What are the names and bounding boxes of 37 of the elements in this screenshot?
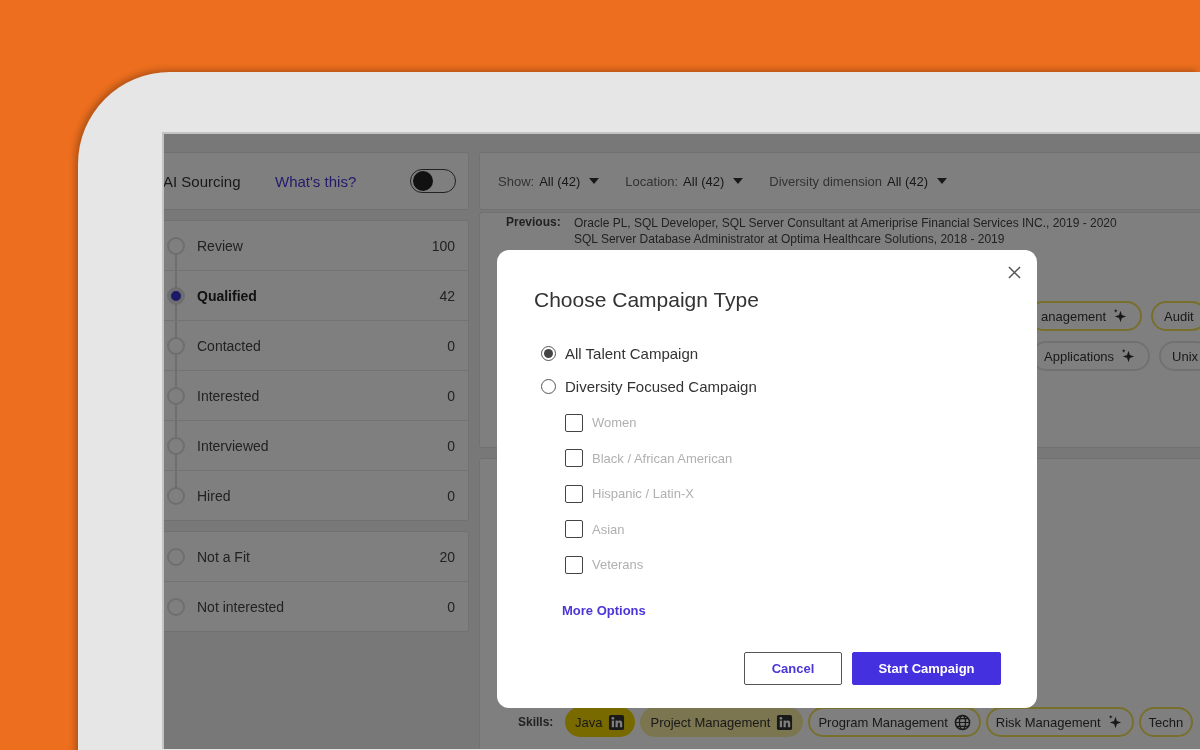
tag-label: Unix	[1172, 348, 1199, 364]
caret-icon	[733, 178, 744, 184]
linkedin-icon	[776, 713, 794, 731]
stage-item[interactable]: Review 100	[164, 221, 468, 271]
stage-item[interactable]: Interviewed 0	[164, 421, 468, 471]
caret-icon	[589, 178, 600, 184]
tag-label: Applications	[1044, 348, 1115, 364]
filter-dropdown[interactable]: Show: All (42)	[498, 173, 600, 189]
stage-item[interactable]: Hired 0	[164, 471, 468, 520]
field-label: Skills:	[518, 715, 555, 729]
globe-icon	[953, 713, 971, 731]
caret-icon	[937, 178, 948, 184]
whats-this-link[interactable]: What's this?	[275, 172, 410, 190]
job-entry: SQL Server Database Administrator at Optima Healthcare Solutions, 2018 - 2019	[574, 231, 1006, 247]
option-label[interactable]: All Talent Campaign	[565, 345, 699, 362]
filter-dropdown[interactable]: Diversity dimension All (42)	[769, 173, 948, 189]
filter-dropdown[interactable]: Location: All (42)	[625, 173, 744, 189]
tag-label: anagement	[1041, 308, 1107, 324]
tag-label: Techn	[1148, 714, 1184, 730]
job-entry: Oracle PL, SQL Developer, SQL Server Consultant at Ameriprise Financial Services INC., 2019 - 2020	[574, 215, 1117, 231]
dialog-title: Choose Campaign Type	[534, 288, 760, 312]
tag-label: Program Management	[818, 714, 948, 730]
stage-item[interactable]: Not interested 0	[164, 582, 468, 631]
more-options-link[interactable]: More Options	[562, 602, 1001, 618]
tag-label: Java	[575, 714, 603, 730]
tag-label: Audit	[1164, 308, 1194, 324]
stage-item[interactable]: Contacted 0	[164, 321, 468, 371]
stage-item[interactable]: Interested 0	[164, 371, 468, 421]
cancel-button[interactable]: Cancel	[744, 651, 842, 685]
linkedin-icon	[608, 713, 626, 731]
option-label[interactable]: Diversity Focused Campaign	[565, 378, 757, 395]
stage-item[interactable]: Not a Fit 20	[164, 532, 468, 582]
start-campaign-button[interactable]: Start Campaign	[852, 651, 1001, 685]
stage-item[interactable]: Qualified 42	[164, 271, 468, 321]
tag-label: Risk Management	[995, 714, 1101, 730]
close-icon[interactable]	[1008, 266, 1021, 279]
tag-label: Project Management	[650, 714, 771, 730]
